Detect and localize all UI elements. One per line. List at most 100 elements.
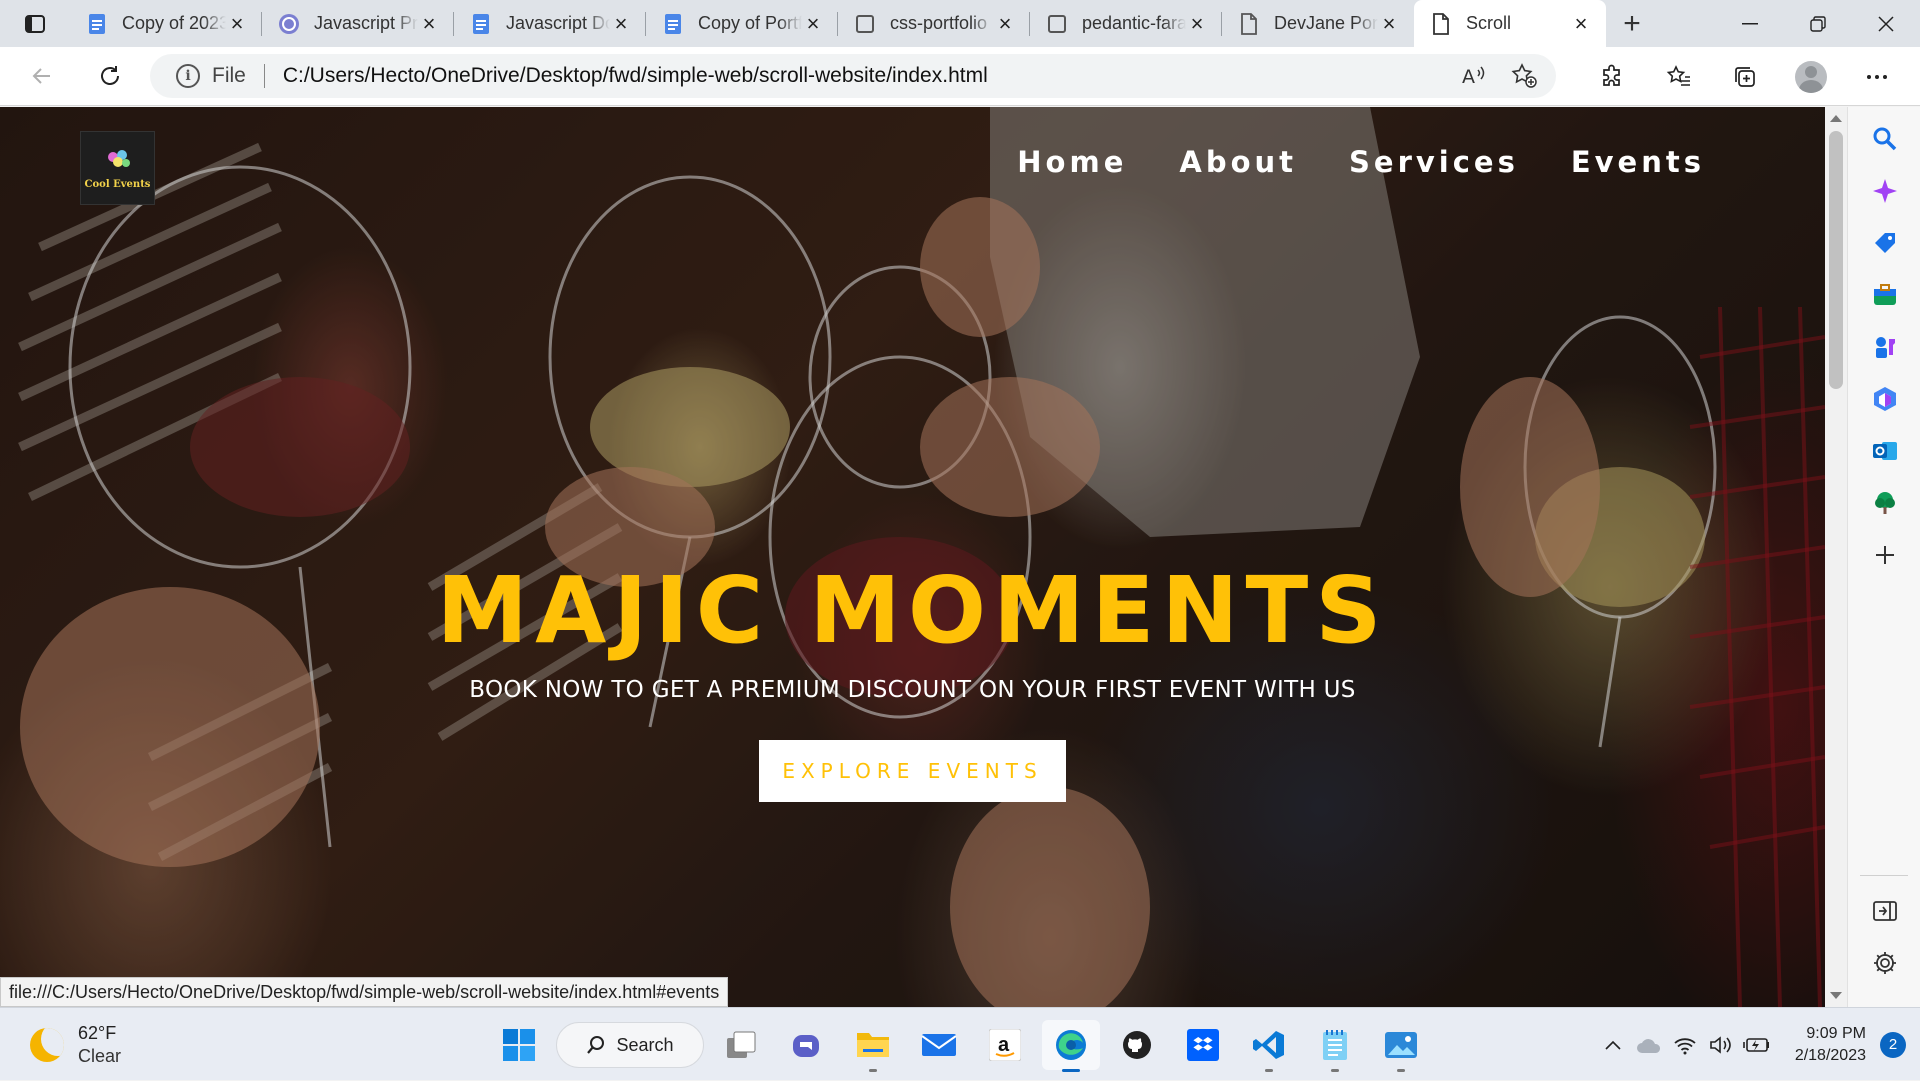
extensions-button[interactable] [1580, 57, 1646, 97]
games-chess-icon[interactable] [1871, 333, 1899, 361]
chatgpt-icon [278, 13, 300, 35]
photos-icon [1385, 1032, 1417, 1058]
tab-title: DevJane Portfolio [1274, 13, 1378, 33]
teams-button[interactable] [778, 1020, 836, 1070]
collections-button[interactable] [1712, 57, 1778, 97]
close-tab-icon[interactable]: × [994, 11, 1016, 36]
restore-button[interactable] [1784, 0, 1852, 47]
close-tab-icon[interactable]: × [226, 11, 248, 36]
read-aloud-icon[interactable]: A [1460, 62, 1488, 95]
chevron-up-icon[interactable] [1595, 1039, 1631, 1051]
weather-widget[interactable]: 62°F Clear [30, 1022, 121, 1068]
weather-condition: Clear [78, 1046, 122, 1066]
notepad-button[interactable] [1306, 1020, 1364, 1072]
explore-events-button[interactable]: EXPLORE EVENTS [759, 740, 1066, 802]
moon-icon [30, 1028, 64, 1062]
file-explorer-button[interactable] [844, 1020, 902, 1072]
docs-icon [86, 13, 108, 35]
wifi-icon[interactable] [1667, 1035, 1703, 1055]
add-favorite-icon[interactable] [1510, 62, 1538, 95]
github-button[interactable] [1108, 1020, 1166, 1070]
dropbox-button[interactable] [1174, 1020, 1232, 1070]
close-tab-icon[interactable]: × [610, 11, 632, 36]
close-tab-icon[interactable]: × [802, 11, 824, 36]
tab-actions-icon [25, 14, 45, 33]
nav-services[interactable]: Services [1349, 145, 1519, 179]
amazon-button[interactable]: a [976, 1020, 1034, 1070]
task-view-button[interactable] [712, 1020, 770, 1070]
gear-icon[interactable] [1871, 949, 1899, 977]
tab-title: Javascript Projects [314, 13, 418, 33]
nav-home[interactable]: Home [1017, 145, 1127, 179]
hide-sidebar-icon[interactable] [1871, 897, 1899, 925]
copilot-sparkle-icon[interactable] [1871, 177, 1899, 205]
tab-copy-of-portfolio[interactable]: Copy of Portfolio × [646, 0, 838, 47]
close-tab-icon[interactable]: × [418, 11, 440, 36]
shopping-tag-icon[interactable] [1871, 229, 1899, 257]
browser-toolbar: i File C:/Users/Hecto/OneDrive/Desktop/f… [0, 47, 1920, 106]
photos-button[interactable] [1372, 1020, 1430, 1072]
battery-icon[interactable] [1739, 1036, 1775, 1054]
close-tab-icon[interactable]: × [1186, 11, 1208, 36]
mail-button[interactable] [910, 1020, 968, 1070]
start-button[interactable] [490, 1020, 548, 1070]
favorites-button[interactable] [1646, 57, 1712, 97]
tree-icon[interactable] [1871, 489, 1899, 517]
tab-css-portfolio[interactable]: css-portfolio × [838, 0, 1030, 47]
close-tab-icon[interactable]: × [1570, 11, 1592, 36]
hero-title: MAJIC MOMENTS [436, 557, 1389, 664]
weather-temp: 62°F [78, 1023, 117, 1043]
office-icon[interactable] [1871, 385, 1899, 413]
outlook-icon[interactable] [1871, 437, 1899, 465]
taskbar-search[interactable]: Search [556, 1022, 704, 1068]
volume-icon[interactable] [1703, 1035, 1739, 1055]
tab-title: Javascript Docs [506, 13, 610, 33]
tab-javascript-projects[interactable]: Javascript Projects × [262, 0, 454, 47]
tab-copy-of-2023[interactable]: Copy of 2023 Resume × [70, 0, 262, 47]
refresh-button[interactable] [84, 56, 136, 96]
tab-title: pedantic-faraday [1082, 13, 1186, 33]
vscode-button[interactable] [1240, 1020, 1298, 1072]
tab-scroll[interactable]: Scroll × [1414, 0, 1606, 47]
info-icon[interactable]: i [176, 64, 200, 88]
search-icon[interactable] [1871, 125, 1899, 153]
site-logo[interactable]: Cool Events [80, 131, 155, 205]
settings-menu-button[interactable] [1844, 57, 1910, 97]
edge-button[interactable] [1042, 1020, 1100, 1072]
clock-time: 9:09 PM [1806, 1024, 1866, 1042]
tab-devjane-portfolio[interactable]: DevJane Portfolio × [1222, 0, 1414, 47]
onedrive-icon[interactable] [1631, 1036, 1667, 1054]
close-window-button[interactable] [1852, 0, 1920, 47]
scroll-up-arrow[interactable] [1830, 115, 1842, 122]
svg-text:A: A [1462, 66, 1475, 88]
taskbar-apps: Search a [490, 1020, 1430, 1072]
tab-javascript-docs[interactable]: Javascript Docs × [454, 0, 646, 47]
nav-about[interactable]: About [1179, 145, 1297, 179]
tab-actions-button[interactable] [0, 0, 70, 47]
refresh-icon [101, 66, 119, 85]
scroll-thumb[interactable] [1829, 131, 1843, 389]
system-clock[interactable]: 9:09 PM 2/18/2023 [1795, 1023, 1866, 1067]
close-tab-icon[interactable]: × [1378, 11, 1400, 36]
new-tab-button[interactable]: + [1606, 0, 1658, 47]
profile-button[interactable] [1778, 57, 1844, 97]
github-icon [1123, 1031, 1151, 1059]
page-scrollbar[interactable] [1825, 107, 1847, 1007]
add-icon[interactable] [1871, 541, 1899, 569]
clock-date: 2/18/2023 [1794, 1046, 1866, 1064]
taskbar-search-label: Search [616, 1034, 674, 1055]
back-button[interactable] [16, 56, 68, 96]
puzzle-icon [1603, 64, 1620, 86]
balloons-icon [107, 149, 130, 167]
minimize-button[interactable] [1716, 0, 1784, 47]
scroll-down-arrow[interactable] [1830, 992, 1842, 999]
address-bar[interactable]: i File C:/Users/Hecto/OneDrive/Desktop/f… [150, 54, 1556, 98]
arrow-left-icon [32, 68, 50, 84]
url-text[interactable]: C:/Users/Hecto/OneDrive/Desktop/fwd/simp… [283, 64, 988, 88]
file-icon [1238, 12, 1260, 35]
more-icon [1867, 74, 1887, 79]
nav-events[interactable]: Events [1571, 145, 1705, 179]
tools-briefcase-icon[interactable] [1871, 281, 1899, 309]
notification-badge[interactable]: 2 [1880, 1031, 1906, 1058]
tab-pedantic-faraday[interactable]: pedantic-faraday × [1030, 0, 1222, 47]
